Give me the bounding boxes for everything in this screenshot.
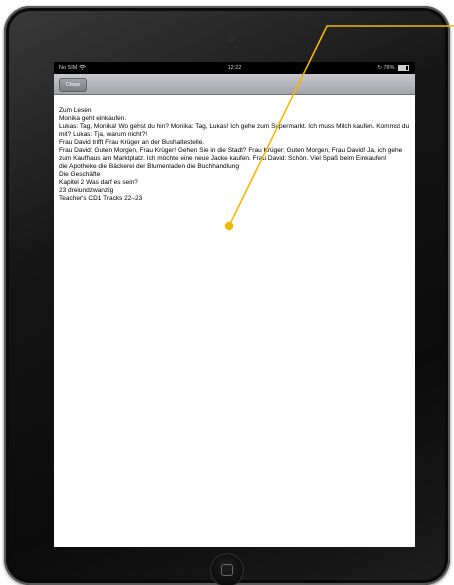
- text-line: Frau David: Guten Morgen, Frau Krüger! G…: [59, 147, 403, 162]
- battery-percent: 78%: [383, 65, 395, 71]
- text-line: Teacher's CD1 Tracks 22–23: [59, 195, 143, 202]
- text-line: Frau David trifft Frau Krüger an der Bus…: [59, 139, 205, 146]
- ipad-screen: No SIM 12:22 ↻ 78% Close Zum Lesen Monik…: [54, 62, 415, 547]
- home-button[interactable]: [210, 553, 244, 585]
- text-line: Zum Lesen: [59, 107, 92, 114]
- text-line: Monika geht einkaufen.: [59, 115, 127, 122]
- top-toolbar: Close: [54, 74, 415, 95]
- battery-icon: [398, 64, 409, 71]
- text-line: Lukas: Tag, Monika! Wo gehst du hin? Mon…: [59, 123, 410, 138]
- extracted-text: Zum Lesen Monika geht einkaufen. Lukas: …: [59, 107, 411, 203]
- text-line: Die Geschäfte: [59, 171, 101, 178]
- status-bar: No SIM 12:22 ↻ 78%: [54, 62, 415, 74]
- text-line: die Apotheke die Bäckerei der Blumenlade…: [59, 163, 239, 170]
- stage: No SIM 12:22 ↻ 78% Close Zum Lesen Monik…: [0, 0, 454, 585]
- ipad-device: No SIM 12:22 ↻ 78% Close Zum Lesen Monik…: [4, 6, 450, 585]
- text-line: Kapitel 2 Was darf es sein?: [59, 179, 138, 186]
- lock-rotation-icon: ↻: [377, 65, 382, 71]
- text-line: 23 dreiundzwanzig: [59, 187, 114, 194]
- status-time: 12:22: [227, 65, 242, 71]
- camera-icon: [228, 36, 234, 42]
- close-button[interactable]: Close: [59, 78, 88, 92]
- home-square-icon: [221, 564, 233, 576]
- battery-group: ↻ 78%: [377, 62, 409, 74]
